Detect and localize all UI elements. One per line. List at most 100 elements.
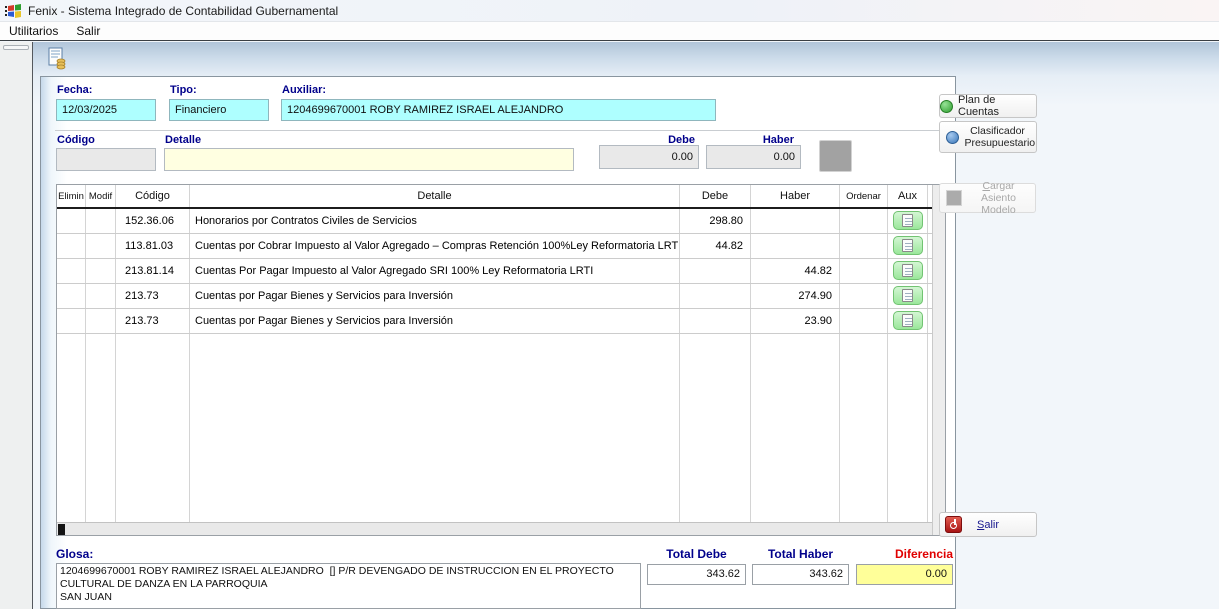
menu-salir[interactable]: Salir [67,22,109,40]
notepad-icon [902,289,913,302]
col-header-debe[interactable]: Debe [680,185,751,207]
cell-elimin[interactable] [57,309,86,333]
grid-header-row: Elimin Modif Código Detalle Debe Haber O… [57,185,932,209]
cell-debe: 298.80 [680,209,751,233]
voucher-panel: Fecha: 12/03/2025 Tipo: Financiero Auxil… [40,76,956,609]
new-entry-toolbar-button[interactable] [44,48,70,74]
window-body: Fecha: 12/03/2025 Tipo: Financiero Auxil… [0,42,1219,609]
col-header-detalle[interactable]: Detalle [190,185,680,207]
cell-codigo: 213.73 [116,284,190,308]
cell-codigo: 213.81.14 [116,259,190,283]
cell-modif[interactable] [86,209,116,233]
codigo-label: Código [57,134,95,146]
cell-modif[interactable] [86,309,116,333]
notepad-icon [902,239,913,252]
notepad-icon [902,214,913,227]
grid-row[interactable]: 213.81.14 Cuentas Por Pagar Impuesto al … [57,259,932,284]
grid-row[interactable]: 152.36.06 Honorarios por Contratos Civil… [57,209,932,234]
cell-ordenar[interactable] [840,234,888,258]
aux-button[interactable] [893,261,923,280]
total-debe-field: 343.62 [647,564,746,585]
tipo-field[interactable]: Financiero [169,99,269,121]
cell-ordenar[interactable] [840,284,888,308]
vertical-scrollbar[interactable] [932,185,945,535]
cell-aux [888,284,928,308]
cell-modif[interactable] [86,284,116,308]
menu-bar: Utilitarios Salir [0,22,1219,41]
cell-aux [888,234,928,258]
aux-button[interactable] [893,236,923,255]
grid-empty-area [57,334,932,522]
cell-elimin[interactable] [57,284,86,308]
col-header-aux[interactable]: Aux [888,185,928,207]
title-bar: Fenix - Sistema Integrado de Contabilida… [0,0,1219,22]
col-header-codigo[interactable]: Código [116,185,190,207]
total-haber-label: Total Haber [752,547,849,561]
detalle-input[interactable] [164,148,574,171]
haber-input[interactable]: 0.00 [706,145,801,169]
cell-elimin[interactable] [57,234,86,258]
auxiliar-field[interactable]: 1204699670001 ROBY RAMIREZ ISRAEL ALEJAN… [281,99,716,121]
notepad-icon [902,314,913,327]
cell-debe [680,259,751,283]
cell-aux [888,209,928,233]
cell-detalle: Cuentas por Cobrar Impuesto al Valor Agr… [190,234,680,258]
fecha-label: Fecha: [57,84,92,96]
clasificador-presupuestario-button[interactable]: Clasificador Presupuestario [939,121,1037,153]
add-entry-button[interactable] [819,140,852,172]
window-title: Fenix - Sistema Integrado de Contabilida… [28,4,338,18]
grid-row[interactable]: 113.81.03 Cuentas por Cobrar Impuesto al… [57,234,932,259]
cell-ordenar[interactable] [840,209,888,233]
cell-haber: 44.82 [751,259,840,283]
application-window: Fenix - Sistema Integrado de Contabilida… [0,0,1219,609]
panel-grip-handle[interactable] [3,45,29,50]
cell-detalle: Cuentas por Pagar Bienes y Servicios par… [190,284,680,308]
cell-haber [751,234,840,258]
cell-detalle: Cuentas Por Pagar Impuesto al Valor Agre… [190,259,680,283]
document-coins-icon [47,47,68,75]
grid-row[interactable]: 213.73 Cuentas por Pagar Bienes y Servic… [57,284,932,309]
notepad-icon [902,264,913,277]
horizontal-scrollbar[interactable] [57,522,932,535]
glosa-label: Glosa: [56,547,93,561]
debe-input[interactable]: 0.00 [599,145,699,169]
glosa-textarea[interactable]: 1204699670001 ROBY RAMIREZ ISRAEL ALEJAN… [56,563,641,609]
cell-modif[interactable] [86,259,116,283]
col-header-ordenar[interactable]: Ordenar [840,185,888,207]
tipo-label: Tipo: [170,84,197,96]
cell-haber [751,209,840,233]
detalle-label: Detalle [165,134,201,146]
cargar-asiento-modelo-button[interactable]: Cargar Asiento Modelo [939,183,1036,213]
aux-button[interactable] [893,311,923,330]
col-header-haber[interactable]: Haber [751,185,840,207]
cell-ordenar[interactable] [840,309,888,333]
cargar-asiento-label: Cargar Asiento Modelo [968,180,1030,216]
codigo-input[interactable] [56,148,156,171]
grid-row[interactable]: 213.73 Cuentas por Pagar Bienes y Servic… [57,309,932,334]
horizontal-scrollbar-thumb[interactable] [58,524,65,535]
cell-codigo: 113.81.03 [116,234,190,258]
cell-ordenar[interactable] [840,259,888,283]
total-haber-field: 343.62 [752,564,849,585]
cell-aux [888,259,928,283]
aux-button[interactable] [893,286,923,305]
aux-button[interactable] [893,211,923,230]
total-debe-label: Total Debe [647,547,746,561]
app-logo-icon [5,3,22,19]
blue-sphere-icon [946,131,959,144]
cell-modif[interactable] [86,234,116,258]
cell-debe: 44.82 [680,234,751,258]
diferencia-label: Diferencia [856,547,953,561]
menu-utilitarios[interactable]: Utilitarios [0,22,67,40]
col-header-elimin[interactable]: Elimin [57,185,86,207]
col-header-modif[interactable]: Modif [86,185,116,207]
cell-debe [680,309,751,333]
cell-elimin[interactable] [57,209,86,233]
salir-button[interactable]: Salir [939,512,1037,537]
plan-de-cuentas-button[interactable]: Plan de Cuentas [939,94,1037,118]
left-collapsed-panel [0,42,33,609]
fecha-field[interactable]: 12/03/2025 [56,99,156,121]
cell-elimin[interactable] [57,259,86,283]
separator-line [55,130,943,131]
plan-de-cuentas-label: Plan de Cuentas [958,94,1036,118]
